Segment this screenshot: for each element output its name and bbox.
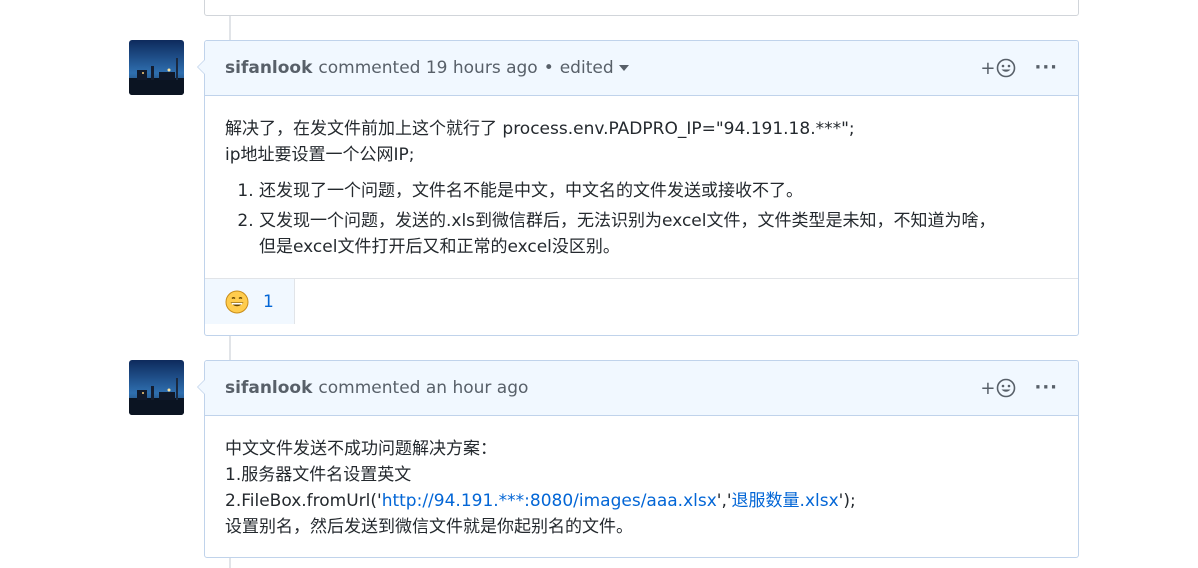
separator-dot: • xyxy=(543,58,554,78)
comment-timestamp[interactable]: commented 19 hours ago xyxy=(318,58,537,78)
comment-author[interactable]: sifanlook xyxy=(225,378,312,398)
file-url-link[interactable]: http://94.191.***:8080/images/aaa.xlsx xyxy=(382,491,717,511)
add-reaction-button[interactable]: + xyxy=(980,58,1016,79)
body-line: 1.服务器文件名设置英文 xyxy=(225,465,412,485)
previous-comment-card xyxy=(204,0,1079,16)
avatar[interactable] xyxy=(129,360,184,415)
comment-card: sifanlook commented 19 hours ago • edite… xyxy=(197,40,1079,336)
comment-header: sifanlook commented 19 hours ago • edite… xyxy=(205,41,1078,96)
reaction-grinning-button[interactable]: 1 xyxy=(205,279,295,324)
more-options-button[interactable]: ··· xyxy=(1034,59,1058,77)
smiley-icon xyxy=(997,58,1016,78)
list-item-text-continued: 但是excel文件打开后又和正常的excel没区别。 xyxy=(259,237,620,257)
avatar[interactable] xyxy=(129,40,184,95)
list-item: 又发现一个问题，发送的.xls到微信群后，无法识别为excel文件，文件类型是未… xyxy=(259,208,1058,260)
numbered-list: 还发现了一个问题，文件名不能是中文，中文名的文件发送或接收不了。 又发现一个问题… xyxy=(225,178,1058,260)
grinning-face-icon xyxy=(225,290,249,314)
more-options-button[interactable]: ··· xyxy=(1034,379,1058,397)
body-line: ip地址要设置一个公网IP; xyxy=(225,145,415,165)
comment-body: 中文文件发送不成功问题解决方案： 1.服务器文件名设置英文 2.FileBox.… xyxy=(205,416,1078,540)
body-line: 设置别名，然后发送到微信文件就是你起别名的文件。 xyxy=(225,517,633,537)
smiley-icon xyxy=(997,378,1016,398)
chevron-down-icon xyxy=(618,65,629,71)
add-reaction-button[interactable]: + xyxy=(980,378,1016,399)
body-line: 解决了，在发文件前加上这个就行了 process.env.PADPRO_IP="… xyxy=(225,119,855,139)
comment-timestamp[interactable]: commented an hour ago xyxy=(318,378,528,398)
reaction-count: 1 xyxy=(263,291,274,312)
code-prefix: 2.FileBox.fromUrl(' xyxy=(225,491,382,511)
plus-label: + xyxy=(980,377,996,399)
list-item: 还发现了一个问题，文件名不能是中文，中文名的文件发送或接收不了。 xyxy=(259,178,1058,204)
edited-label: edited xyxy=(559,58,614,78)
comment-card: sifanlook commented an hour ago + ··· 中文… xyxy=(197,360,1079,558)
file-alias-text: 退服数量.xlsx xyxy=(731,491,839,511)
list-item-text: 又发现一个问题，发送的.xls到微信群后，无法识别为excel文件，文件类型是未… xyxy=(259,211,996,231)
body-line-code: 2.FileBox.fromUrl('http://94.191.***:808… xyxy=(225,488,1058,514)
edited-dropdown[interactable]: edited xyxy=(560,58,629,78)
plus-label: + xyxy=(980,57,996,79)
comment-body: 解决了，在发文件前加上这个就行了 process.env.PADPRO_IP="… xyxy=(205,96,1078,260)
reactions-bar: 1 xyxy=(205,278,1078,324)
code-suffix: '); xyxy=(838,491,856,511)
comment-author[interactable]: sifanlook xyxy=(225,58,312,78)
body-line: 中文文件发送不成功问题解决方案： xyxy=(225,439,497,459)
comment-header: sifanlook commented an hour ago + ··· xyxy=(205,361,1078,416)
code-separator: ',' xyxy=(716,491,732,511)
